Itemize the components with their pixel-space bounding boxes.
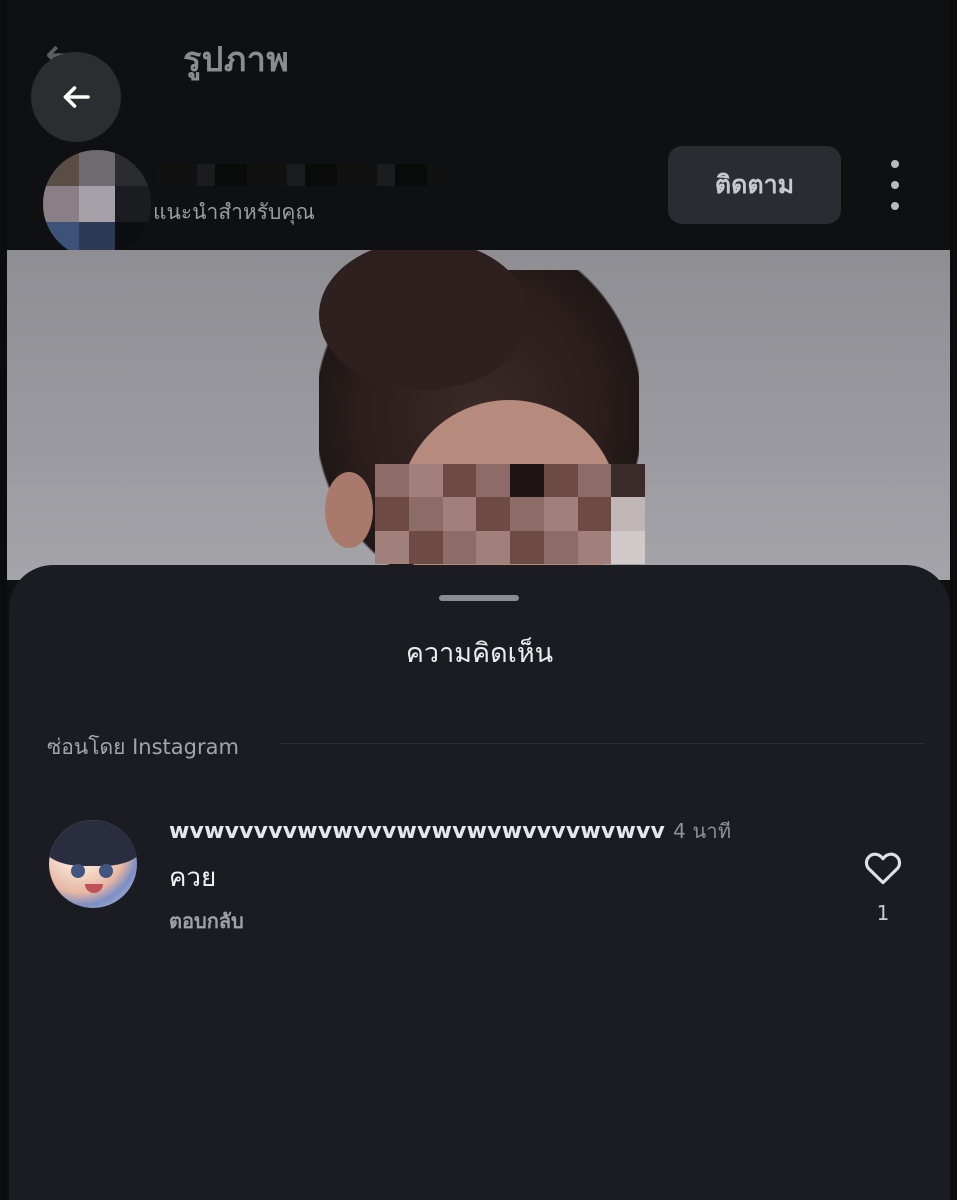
sheet-drag-handle[interactable] [439, 595, 519, 601]
arrow-left-icon [63, 86, 90, 108]
app-frame: ← รูปภาพ แนะนำสำหรับคุณ ติดตาม ความคิ [7, 0, 950, 1200]
comment-time: 4 นาที [673, 819, 732, 843]
top-bar: ← รูปภาพ [7, 0, 950, 120]
suggestion-label: แนะนำสำหรับคุณ [153, 200, 315, 224]
commenter-username[interactable]: wvwvvvvvwvwvvvwvwvwvwvvvvwvwvv [169, 819, 665, 844]
post-author-row: แนะนำสำหรับคุณ ติดตาม [7, 140, 950, 258]
comment-item: wvwvvvvvwvwvvvwvwvwvwvvvvwvwvv 4 นาที ควย… [9, 815, 950, 935]
hidden-by-instagram-label[interactable]: ซ่อนโดย Instagram [47, 731, 239, 764]
comments-title: ความคิดเห็น [405, 638, 554, 669]
reply-button[interactable]: ตอบกลับ [169, 905, 244, 937]
author-name-redacted [157, 164, 437, 186]
face-pixelation [375, 464, 645, 564]
comment-header: wvwvvvvvwvwvvvwvwvwvwvvvvwvwvv 4 นาที [169, 815, 731, 847]
follow-button[interactable]: ติดตาม [668, 146, 841, 224]
post-photo[interactable] [7, 250, 950, 580]
photo-subject-ear [325, 472, 373, 548]
like-count: 1 [876, 901, 890, 925]
comment-text: ควย [169, 863, 217, 893]
back-button[interactable] [31, 52, 121, 142]
more-vertical-icon[interactable] [877, 160, 913, 210]
heart-icon[interactable] [861, 845, 905, 889]
divider [279, 743, 924, 744]
comments-sheet: ความคิดเห็น ซ่อนโดย Instagram wvwvvvvvwv… [9, 565, 950, 1200]
commenter-avatar[interactable] [49, 820, 137, 908]
author-avatar-redacted[interactable] [43, 150, 151, 258]
page-title: รูปภาพ [183, 40, 290, 80]
